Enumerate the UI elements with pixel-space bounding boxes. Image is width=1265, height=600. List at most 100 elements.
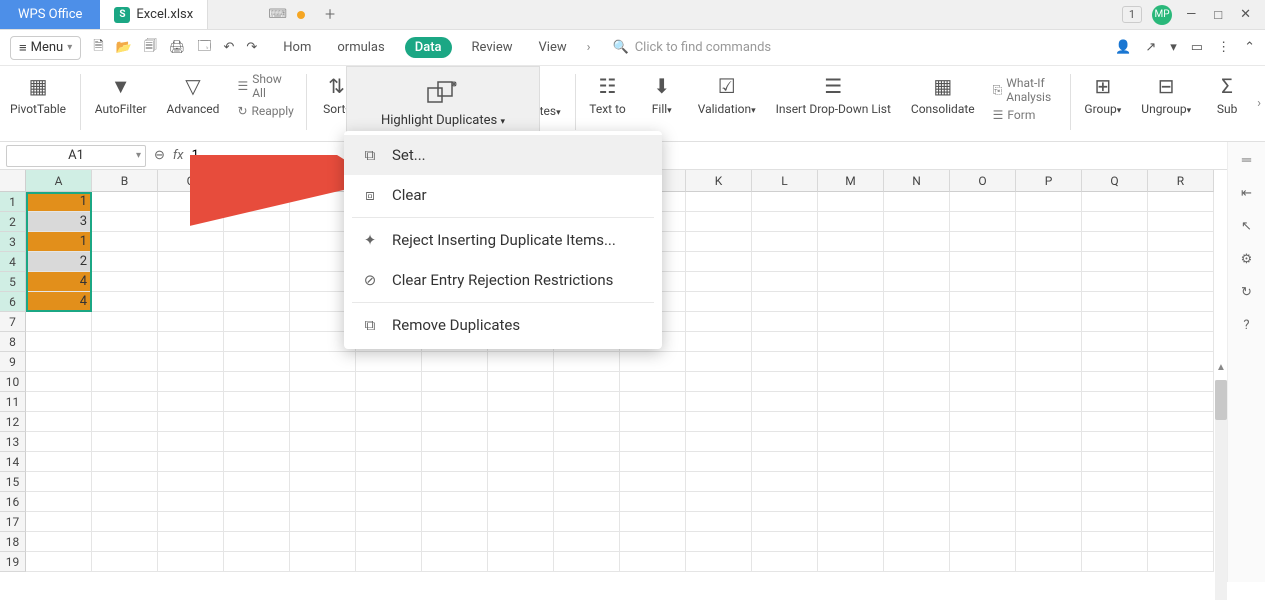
cell-G11[interactable] [422,392,488,412]
cell-D2[interactable] [224,212,290,232]
cell-R6[interactable] [1148,292,1214,312]
cell-C5[interactable] [158,272,224,292]
cell-O9[interactable] [950,352,1016,372]
cell-H19[interactable] [488,552,554,572]
cell-L8[interactable] [752,332,818,352]
tab-formulas[interactable]: ormulas [331,36,390,59]
text-to-button[interactable]: ☷ Text to [579,66,635,116]
cell-A14[interactable] [26,452,92,472]
ungroup-button[interactable]: ⊟ Ungroup▾ [1131,66,1201,116]
cell-L18[interactable] [752,532,818,552]
cell-B9[interactable] [92,352,158,372]
cell-R16[interactable] [1148,492,1214,512]
cell-N18[interactable] [884,532,950,552]
cell-M14[interactable] [818,452,884,472]
cell-A1[interactable]: 1 [26,192,92,212]
cell-P19[interactable] [1016,552,1082,572]
cell-D10[interactable] [224,372,290,392]
cell-G13[interactable] [422,432,488,452]
cell-B17[interactable] [92,512,158,532]
cell-G18[interactable] [422,532,488,552]
upload-icon[interactable]: ↗ [1145,40,1156,55]
cell-P6[interactable] [1016,292,1082,312]
cell-K17[interactable] [686,512,752,532]
cell-H9[interactable] [488,352,554,372]
cell-I12[interactable] [554,412,620,432]
cell-K11[interactable] [686,392,752,412]
column-header-K[interactable]: K [686,170,752,192]
column-header-C[interactable]: C [158,170,224,192]
cell-K19[interactable] [686,552,752,572]
cell-Q3[interactable] [1082,232,1148,252]
cell-M19[interactable] [818,552,884,572]
validation-button[interactable]: ☑ Validation▾ [688,66,766,116]
cell-L14[interactable] [752,452,818,472]
cell-O14[interactable] [950,452,1016,472]
cell-N2[interactable] [884,212,950,232]
cell-N9[interactable] [884,352,950,372]
menu-item-clear[interactable]: ⧈ Clear [344,175,662,215]
cell-D5[interactable] [224,272,290,292]
cell-C4[interactable] [158,252,224,272]
cell-M10[interactable] [818,372,884,392]
cell-R12[interactable] [1148,412,1214,432]
cell-A16[interactable] [26,492,92,512]
cell-L10[interactable] [752,372,818,392]
help-icon[interactable]: ? [1243,318,1249,333]
cell-J16[interactable] [620,492,686,512]
row-header-19[interactable]: 19 [0,552,26,572]
cell-I10[interactable] [554,372,620,392]
cell-N11[interactable] [884,392,950,412]
cell-P2[interactable] [1016,212,1082,232]
cell-O5[interactable] [950,272,1016,292]
cell-K14[interactable] [686,452,752,472]
row-header-14[interactable]: 14 [0,452,26,472]
cell-L4[interactable] [752,252,818,272]
open-icon[interactable]: 📂 [116,37,132,59]
row-header-17[interactable]: 17 [0,512,26,532]
minimize-button[interactable]: — [1182,3,1200,26]
cell-B3[interactable] [92,232,158,252]
cell-H11[interactable] [488,392,554,412]
cell-L19[interactable] [752,552,818,572]
row-header-12[interactable]: 12 [0,412,26,432]
cell-K3[interactable] [686,232,752,252]
cell-B1[interactable] [92,192,158,212]
cell-M11[interactable] [818,392,884,412]
cell-J10[interactable] [620,372,686,392]
cell-Q13[interactable] [1082,432,1148,452]
cell-P12[interactable] [1016,412,1082,432]
cell-N10[interactable] [884,372,950,392]
cell-H18[interactable] [488,532,554,552]
cell-M16[interactable] [818,492,884,512]
cell-O19[interactable] [950,552,1016,572]
cell-B2[interactable] [92,212,158,232]
cell-I14[interactable] [554,452,620,472]
cell-C12[interactable] [158,412,224,432]
cell-D4[interactable] [224,252,290,272]
cell-K7[interactable] [686,312,752,332]
cell-K4[interactable] [686,252,752,272]
cell-F13[interactable] [356,432,422,452]
cell-F18[interactable] [356,532,422,552]
cell-J18[interactable] [620,532,686,552]
redo-icon[interactable]: ↷ [246,37,257,59]
cell-G19[interactable] [422,552,488,572]
cell-A12[interactable] [26,412,92,432]
cell-A15[interactable] [26,472,92,492]
main-menu-button[interactable]: ≡ Menu ▾ [10,36,81,60]
cell-F10[interactable] [356,372,422,392]
new-tab-button[interactable]: + [325,4,335,25]
cell-O11[interactable] [950,392,1016,412]
cell-L11[interactable] [752,392,818,412]
cell-E17[interactable] [290,512,356,532]
fx-icon[interactable]: fx [173,148,184,163]
cell-L9[interactable] [752,352,818,372]
cell-B16[interactable] [92,492,158,512]
cell-G16[interactable] [422,492,488,512]
cell-R18[interactable] [1148,532,1214,552]
drag-handle-icon[interactable]: ═ [1242,152,1251,168]
cell-Q6[interactable] [1082,292,1148,312]
cell-K5[interactable] [686,272,752,292]
cell-F14[interactable] [356,452,422,472]
